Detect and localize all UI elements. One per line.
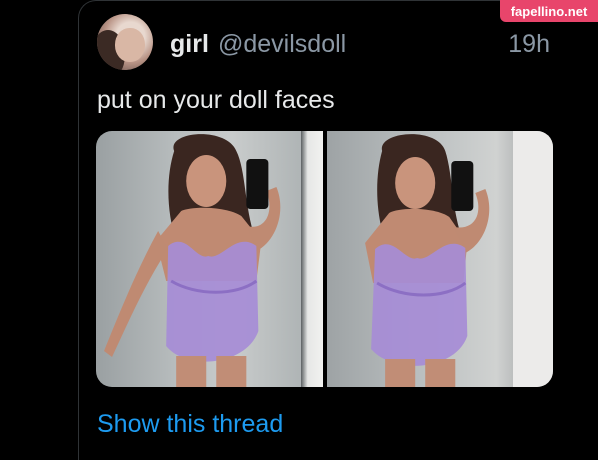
media-photo-1[interactable] (96, 131, 323, 387)
avatar[interactable] (97, 14, 153, 70)
avatar-face (115, 28, 145, 62)
photo-figure-1 (104, 134, 281, 387)
photo-figure-2 (364, 134, 489, 387)
tweet-text: put on your doll faces (97, 86, 335, 114)
media-photo-2[interactable] (326, 131, 553, 387)
tweet-timestamp[interactable]: 19h (508, 30, 550, 59)
display-name[interactable]: girl (170, 30, 209, 59)
show-thread-link[interactable]: Show this thread (97, 410, 283, 439)
user-handle[interactable]: @devilsdoll (218, 30, 346, 59)
site-watermark: fapellino.net (500, 0, 598, 22)
tweet-media[interactable] (96, 131, 553, 387)
